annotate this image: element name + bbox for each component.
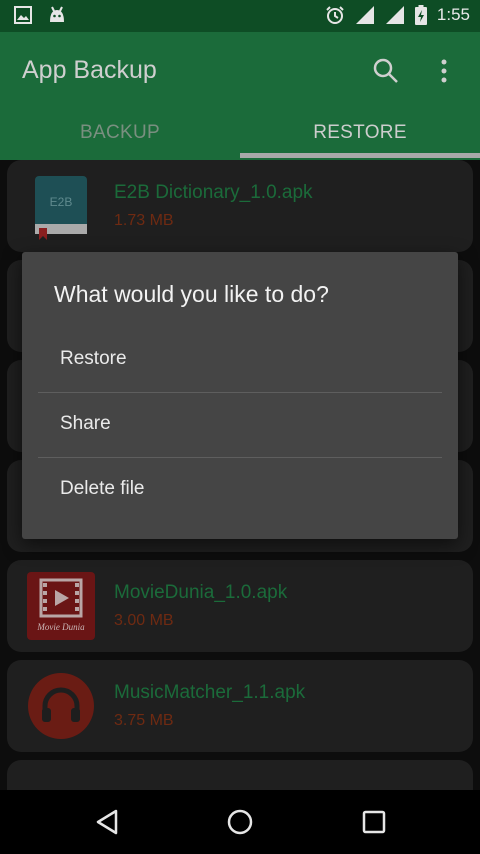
share-option-label: Share: [60, 413, 111, 434]
list-item[interactable]: Movie Dunia MovieDunia_1.0.apk 3.00 MB: [7, 560, 473, 652]
dialog-title: What would you like to do?: [54, 281, 329, 307]
delete-file-option[interactable]: Delete file: [38, 458, 442, 522]
signal-icon: [385, 6, 404, 24]
clock: 1:55: [436, 5, 470, 24]
tab-backup[interactable]: BACKUP: [0, 122, 240, 144]
restore-option-label: Restore: [60, 348, 127, 369]
action-dialog: What would you like to do? Restore Share…: [22, 252, 458, 539]
image-notification-icon: [14, 6, 32, 24]
recents-icon[interactable]: [361, 808, 387, 836]
share-option[interactable]: Share: [38, 393, 442, 457]
delete-file-option-label: Delete file: [60, 478, 145, 499]
alarm-icon: [326, 6, 344, 24]
tab-restore[interactable]: RESTORE: [240, 122, 480, 144]
headphones-icon: [28, 673, 94, 739]
tab-indicator: [240, 153, 480, 158]
more-vert-icon[interactable]: [437, 57, 451, 85]
file-size: 1.73 MB: [114, 212, 174, 229]
dictionary-book-icon: E2B: [35, 176, 87, 240]
navigation-bar: [0, 790, 480, 854]
file-size: 3.75 MB: [114, 712, 174, 729]
movie-icon-label: Movie Dunia: [36, 622, 85, 632]
restore-option[interactable]: Restore: [38, 328, 442, 392]
file-name: MusicMatcher_1.1.apk: [114, 682, 306, 703]
movie-play-icon: Movie Dunia: [27, 572, 95, 640]
file-name: MovieDunia_1.0.apk: [114, 582, 288, 603]
back-icon[interactable]: [94, 808, 120, 836]
book-icon-label: E2B: [50, 195, 73, 209]
android-notification-icon: [50, 6, 64, 22]
battery-charging-icon: [414, 5, 427, 25]
list-item[interactable]: [7, 760, 473, 790]
signal-icon: [355, 6, 374, 24]
search-icon[interactable]: [372, 57, 400, 85]
app-bar: App Backup BACKUP RESTORE: [0, 32, 480, 160]
list-item[interactable]: E2B E2B Dictionary_1.0.apk 1.73 MB: [7, 160, 473, 252]
status-bar: 1:55: [0, 0, 480, 32]
file-size: 3.00 MB: [114, 612, 174, 629]
list-item[interactable]: MusicMatcher_1.1.apk 3.75 MB: [7, 660, 473, 752]
file-name: E2B Dictionary_1.0.apk: [114, 182, 313, 203]
home-icon[interactable]: [226, 808, 254, 836]
app-title: App Backup: [22, 56, 157, 84]
